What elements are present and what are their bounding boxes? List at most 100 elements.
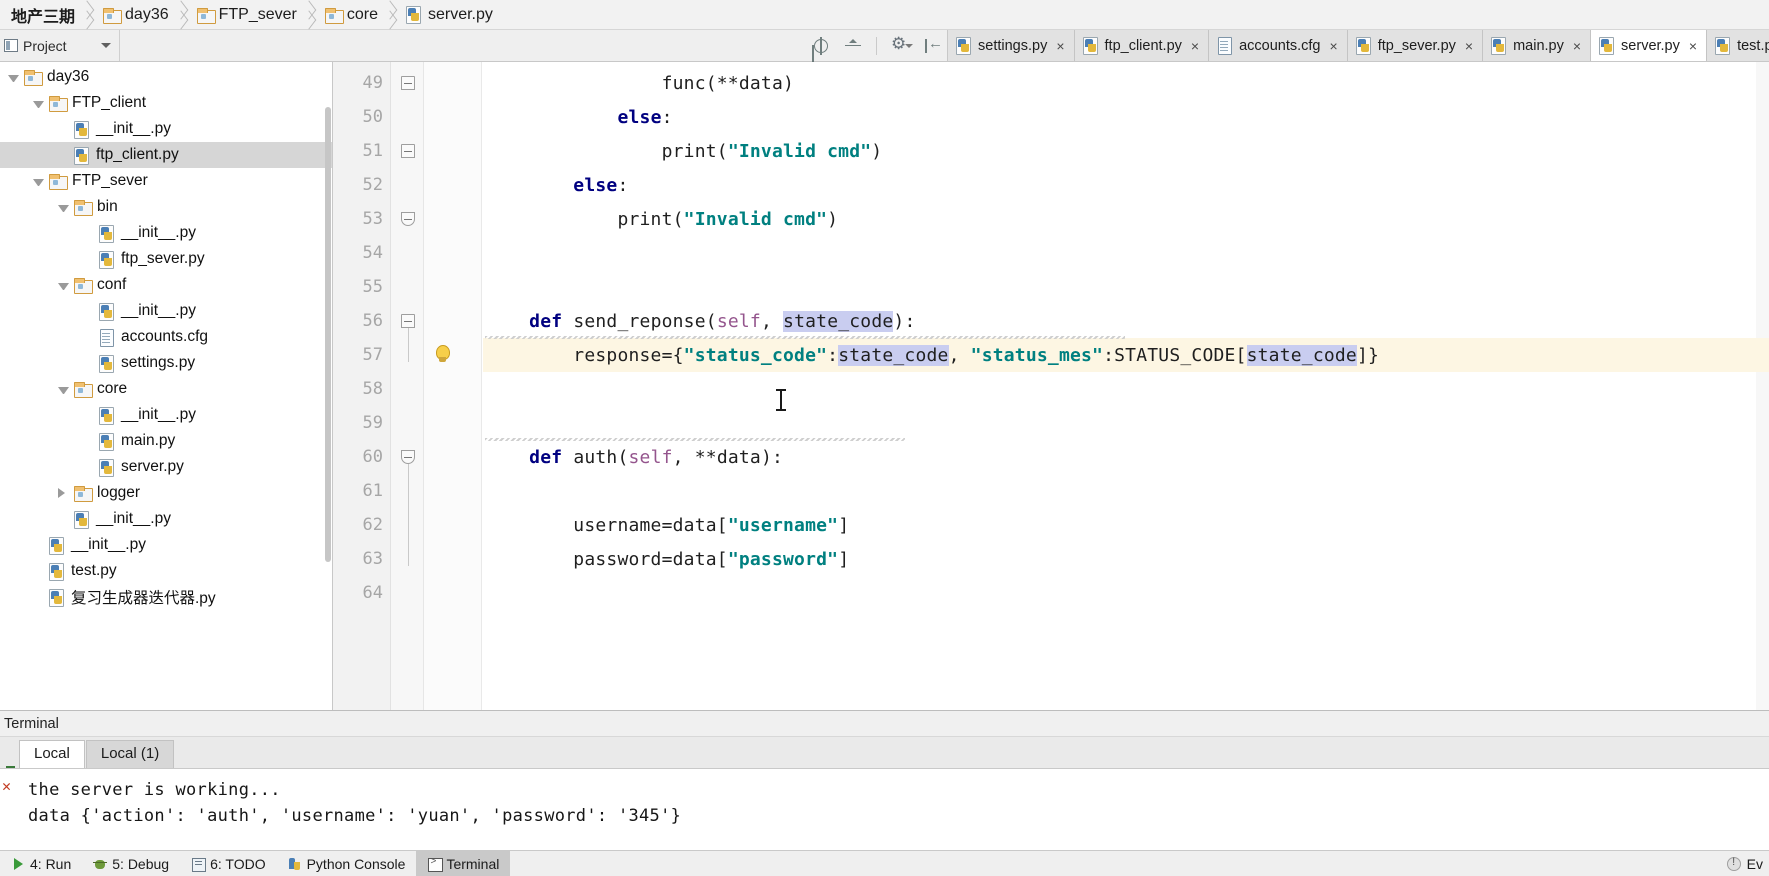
chevron-down-icon[interactable] [58, 282, 69, 290]
chevron-down-icon[interactable] [33, 100, 44, 108]
tree-item[interactable]: logger [0, 480, 332, 506]
close-icon[interactable]: × [1056, 38, 1064, 54]
tree-item[interactable]: ftp_sever.py [0, 246, 332, 272]
line-number: 64 [362, 583, 383, 603]
tree-item[interactable]: FTP_client [0, 90, 332, 116]
code-line[interactable]: 55 [333, 270, 1769, 304]
chevron-down-icon[interactable] [101, 43, 111, 48]
editor-tab-settings-py[interactable]: settings.py × [948, 30, 1075, 61]
python-file-icon [74, 146, 90, 165]
fold-marker-icon[interactable] [401, 76, 415, 90]
code-line[interactable]: 61 [333, 474, 1769, 508]
tree-item[interactable]: main.py [0, 428, 332, 454]
status-item-python-console[interactable]: Python Console [277, 851, 417, 876]
code-line[interactable]: 51 print("Invalid cmd") [333, 134, 1769, 168]
code-text: def auth(self, **data): [529, 446, 784, 468]
breadcrumb-label: FTP_sever [218, 5, 297, 23]
terminal-output[interactable]: ✕ the server is working... data {'action… [0, 769, 1769, 850]
tree-item-label: ftp_sever.py [121, 250, 205, 267]
breadcrumb-item-0[interactable]: 地产三期 [2, 0, 99, 30]
settings-gear-icon[interactable] [891, 34, 913, 55]
tree-item[interactable]: __init__.py [0, 402, 332, 428]
code-text: print("Invalid cmd") [485, 140, 883, 162]
breadcrumb-item-3[interactable]: core [321, 0, 402, 30]
project-tree[interactable]: day36 FTP_client __init__.py ftp_client.py F… [0, 62, 333, 710]
status-item-run[interactable]: 4: Run [0, 851, 82, 876]
code-line[interactable]: 60 def auth(self, **data): [333, 440, 1769, 474]
toolbar-divider [876, 36, 877, 55]
status-item-todo[interactable]: 6: TODO [180, 851, 277, 876]
close-session-icon[interactable]: ✕ [2, 777, 11, 795]
status-item-terminal[interactable]: Terminal [416, 850, 511, 876]
editor-tab-accounts-cfg[interactable]: accounts.cfg × [1209, 30, 1348, 61]
tree-item[interactable]: 复习生成器迭代器.py [0, 584, 332, 610]
code-line[interactable]: 58 [333, 372, 1769, 406]
python-file-icon [1491, 37, 1507, 55]
hide-panel-icon[interactable] [923, 35, 943, 55]
tree-item[interactable]: core [0, 376, 332, 402]
tree-item[interactable]: server.py [0, 454, 332, 480]
tab-label: accounts.cfg [1239, 37, 1321, 54]
fold-marker-icon[interactable] [401, 314, 415, 328]
tree-item[interactable]: bin [0, 194, 332, 220]
editor-tab-test-py[interactable]: test.py × [1707, 30, 1769, 61]
code-line[interactable]: 59 [333, 406, 1769, 440]
project-tree-scrollbar[interactable] [325, 107, 331, 562]
code-line[interactable]: 54 [333, 236, 1769, 270]
status-item-debug[interactable]: 5: Debug [82, 851, 180, 876]
tree-item[interactable]: FTP_sever [0, 168, 332, 194]
tree-item[interactable]: conf [0, 272, 332, 298]
new-session-icon[interactable] [5, 766, 15, 768]
close-icon[interactable]: × [1330, 38, 1338, 54]
editor-tab-ftp-sever-py[interactable]: ftp_sever.py × [1347, 30, 1484, 61]
tree-item[interactable]: __init__.py [0, 506, 332, 532]
close-icon[interactable]: × [1191, 38, 1199, 54]
project-view-selector[interactable]: Project [0, 30, 120, 61]
chevron-right-icon[interactable] [58, 488, 69, 498]
chevron-down-icon[interactable] [58, 386, 69, 394]
collapse-all-icon[interactable] [844, 37, 862, 55]
chevron-down-icon[interactable] [8, 74, 19, 82]
intention-bulb-icon[interactable] [434, 345, 451, 365]
main-area: day36 FTP_client __init__.py ftp_client.py F… [0, 62, 1769, 710]
tree-item[interactable]: day36 [0, 64, 332, 90]
tree-item[interactable]: accounts.cfg [0, 324, 332, 350]
code-line[interactable]: 53 print("Invalid cmd") [333, 202, 1769, 236]
fold-marker-icon[interactable] [401, 212, 415, 226]
editor-tab-main-py[interactable]: main.py × [1483, 30, 1592, 61]
code-editor[interactable]: 49 func(**data) 50 else: 51 print("Invalid… [333, 62, 1769, 710]
chevron-down-icon[interactable] [58, 204, 69, 212]
terminal-tab-local[interactable]: Local [19, 740, 85, 768]
breadcrumb-item-4[interactable]: server.py [402, 0, 499, 30]
code-line[interactable]: 64 [333, 576, 1769, 610]
code-line[interactable]: 49 func(**data) [333, 66, 1769, 100]
close-icon[interactable]: × [1689, 38, 1697, 54]
editor-tab-server-py[interactable]: server.py × [1591, 30, 1708, 61]
code-line[interactable]: 63 password=data["password"] [333, 542, 1769, 576]
breadcrumb-item-1[interactable]: day36 [99, 0, 193, 30]
code-line[interactable]: 57 response={"status_code":state_code, "… [333, 338, 1769, 372]
locate-target-icon[interactable] [812, 36, 830, 55]
tree-item[interactable]: test.py [0, 558, 332, 584]
terminal-tab-local-1[interactable]: Local (1) [85, 740, 175, 768]
tree-item[interactable]: ftp_client.py [0, 142, 332, 168]
chevron-down-icon[interactable] [33, 178, 44, 186]
fold-marker-icon[interactable] [401, 450, 415, 464]
tree-item[interactable]: settings.py [0, 350, 332, 376]
status-bar-right[interactable]: Ev [1726, 856, 1769, 872]
tree-item[interactable]: __init__.py [0, 298, 332, 324]
tree-item-label: logger [97, 484, 141, 501]
breadcrumb-item-2[interactable]: FTP_sever [193, 0, 321, 30]
terminal-side-controls[interactable] [2, 766, 18, 768]
code-line[interactable]: 56 def send_reponse(self, state_code): [333, 304, 1769, 338]
code-line[interactable]: 50 else: [333, 100, 1769, 134]
close-icon[interactable]: × [1465, 38, 1473, 54]
code-line[interactable]: 52 else: [333, 168, 1769, 202]
editor-tab-ftp-client-py[interactable]: ftp_client.py × [1074, 30, 1210, 61]
tree-item[interactable]: __init__.py [0, 532, 332, 558]
code-line[interactable]: 62 username=data["username"] [333, 508, 1769, 542]
tree-item[interactable]: __init__.py [0, 116, 332, 142]
tree-item[interactable]: __init__.py [0, 220, 332, 246]
close-icon[interactable]: × [1573, 38, 1581, 54]
fold-marker-icon[interactable] [401, 144, 415, 158]
